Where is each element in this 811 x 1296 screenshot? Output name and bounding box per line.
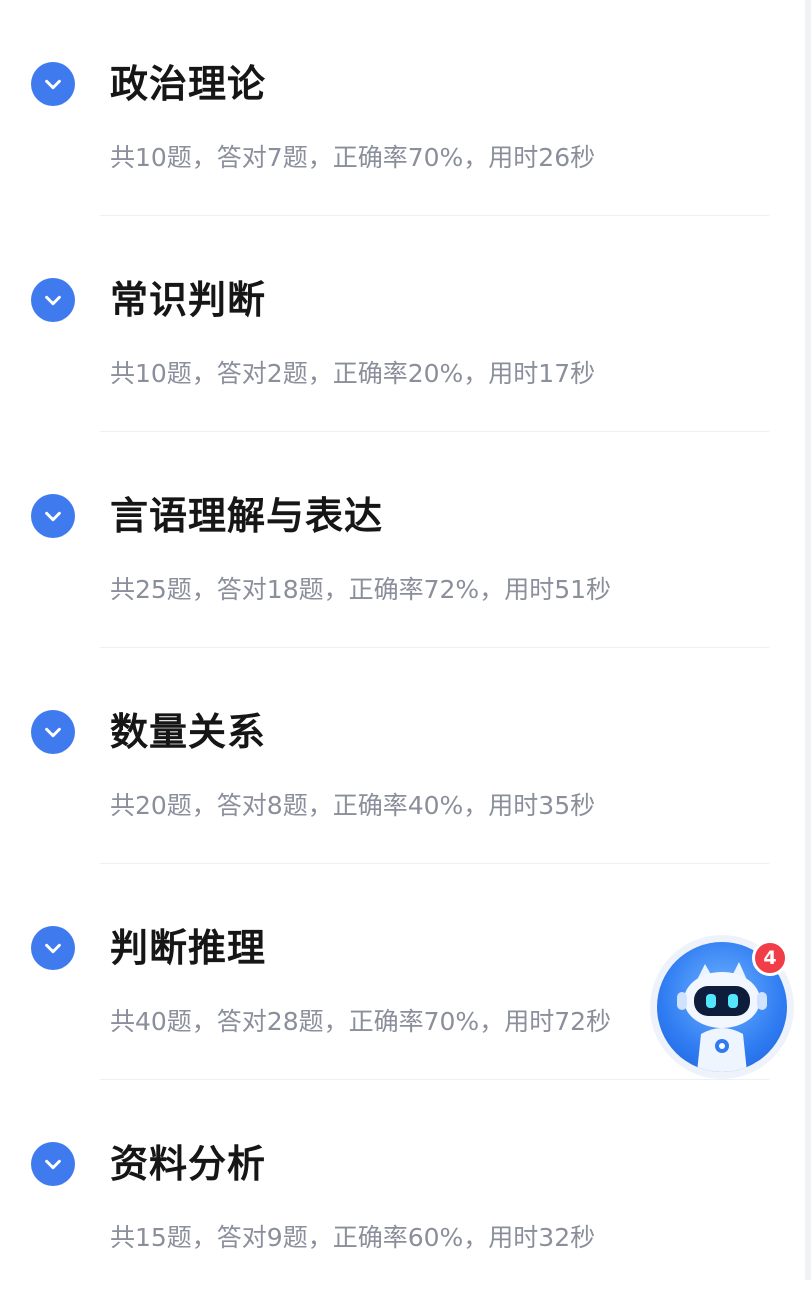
section-title: 资料分析 bbox=[110, 1142, 267, 1186]
section-title: 常识判断 bbox=[110, 278, 267, 322]
score-report-page: 政治理论 共10题，答对7题，正确率70%，用时26秒 常识判断 共10题，答对… bbox=[0, 0, 811, 1280]
chevron-down-icon[interactable] bbox=[31, 710, 75, 754]
section-item[interactable]: 政治理论 共10题，答对7题，正确率70%，用时26秒 bbox=[0, 0, 811, 216]
chevron-down-icon[interactable] bbox=[31, 62, 75, 106]
notification-badge: 4 bbox=[752, 940, 788, 976]
section-item[interactable]: 资料分析 共15题，答对9题，正确率60%，用时32秒 bbox=[0, 1080, 811, 1296]
section-stats: 共25题，答对18题，正确率72%，用时51秒 bbox=[110, 575, 612, 604]
section-item[interactable]: 常识判断 共10题，答对2题，正确率20%，用时17秒 bbox=[0, 216, 811, 432]
scrollbar-track bbox=[805, 0, 811, 1280]
section-list: 政治理论 共10题，答对7题，正确率70%，用时26秒 常识判断 共10题，答对… bbox=[0, 0, 811, 1296]
section-stats: 共20题，答对8题，正确率40%，用时35秒 bbox=[110, 791, 596, 820]
section-item[interactable]: 言语理解与表达 共25题，答对18题，正确率72%，用时51秒 bbox=[0, 432, 811, 648]
chevron-down-icon[interactable] bbox=[31, 926, 75, 970]
chevron-down-icon[interactable] bbox=[31, 278, 75, 322]
section-title: 数量关系 bbox=[110, 710, 267, 754]
section-stats: 共10题，答对2题，正确率20%，用时17秒 bbox=[110, 359, 596, 388]
section-title: 判断推理 bbox=[110, 926, 267, 970]
section-item[interactable]: 数量关系 共20题，答对8题，正确率40%，用时35秒 bbox=[0, 648, 811, 864]
section-stats: 共40题，答对28题，正确率70%，用时72秒 bbox=[110, 1007, 612, 1036]
section-stats: 共10题，答对7题，正确率70%，用时26秒 bbox=[110, 143, 596, 172]
section-stats: 共15题，答对9题，正确率60%，用时32秒 bbox=[110, 1223, 596, 1252]
section-title: 政治理论 bbox=[110, 62, 267, 106]
section-title: 言语理解与表达 bbox=[110, 494, 384, 538]
chevron-down-icon[interactable] bbox=[31, 1142, 75, 1186]
chevron-down-icon[interactable] bbox=[31, 494, 75, 538]
